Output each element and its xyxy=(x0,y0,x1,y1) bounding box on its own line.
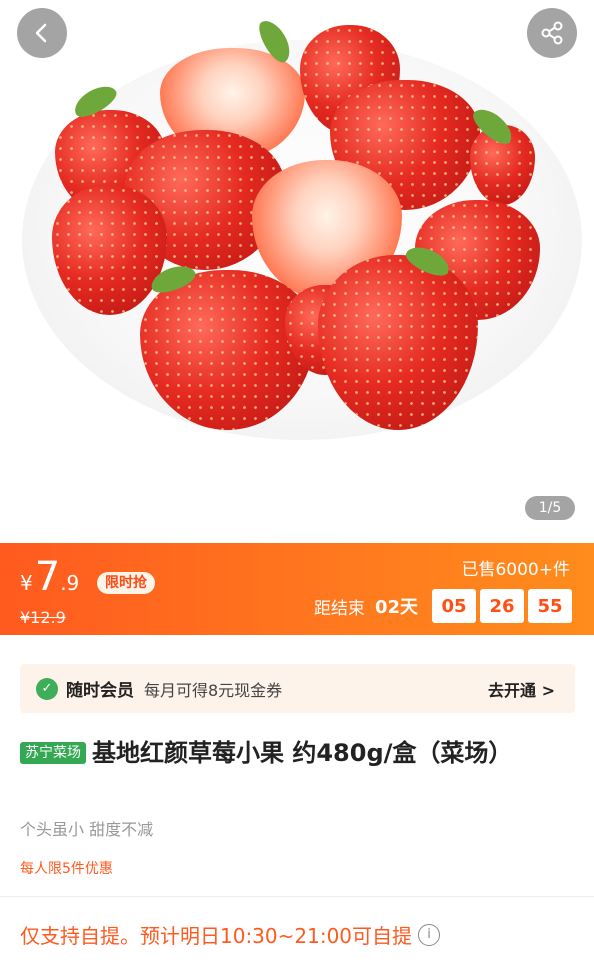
info-icon[interactable]: i xyxy=(418,923,441,946)
purchase-limit: 每人限5件优惠 xyxy=(20,861,113,877)
countdown-days: 02天 xyxy=(374,597,418,618)
share-button[interactable] xyxy=(527,8,577,58)
store-tag: 苏宁菜场 xyxy=(20,742,86,764)
price-banner: ¥ 7 .9 限时抢 ¥12.9 已售6000+件 距结束 02天 05 26 … xyxy=(0,543,594,635)
original-price: ¥12.9 xyxy=(20,608,66,627)
image-counter: 1/5 xyxy=(525,496,575,520)
divider xyxy=(0,896,594,897)
product-title: 基地红颜草莓小果 约480g/盒（菜场） xyxy=(92,739,513,767)
pickup-text: 仅支持自提。预计明日10:30~21:00可自提 xyxy=(20,924,413,948)
currency-symbol: ¥ xyxy=(20,571,33,595)
product-title-block: 苏宁菜场 基地红颜草莓小果 约480g/盒（菜场） xyxy=(20,735,575,771)
price-integer: 7 xyxy=(34,554,61,600)
pickup-notice: 仅支持自提。预计明日10:30~21:00可自提 i xyxy=(20,920,441,949)
product-image-gallery[interactable]: 1/5 xyxy=(0,0,594,543)
member-title: 随时会员 xyxy=(66,681,134,701)
member-description: 每月可得8元现金券 xyxy=(144,680,283,700)
countdown-label: 距结束 xyxy=(313,598,365,619)
current-price: ¥ 7 .9 xyxy=(20,557,79,597)
price-decimal: .9 xyxy=(60,571,80,595)
member-open-button[interactable]: 去开通 > xyxy=(488,677,555,701)
flash-sale-badge: 限时抢 xyxy=(97,572,155,594)
back-button[interactable] xyxy=(17,8,67,58)
countdown: 距结束 02天 05 26 55 xyxy=(314,589,572,623)
countdown-hours: 05 xyxy=(432,589,476,623)
member-badge-icon: ✓ xyxy=(36,677,58,700)
share-icon xyxy=(541,21,563,45)
chevron-left-icon xyxy=(35,23,47,43)
countdown-minutes: 26 xyxy=(480,589,524,623)
countdown-seconds: 55 xyxy=(528,589,572,623)
membership-banner[interactable]: ✓ 随时会员 每月可得8元现金券 去开通 > xyxy=(20,664,575,713)
sold-count: 已售6000+件 xyxy=(461,560,570,580)
product-subtitle: 个头虽小 甜度不减 xyxy=(20,820,154,839)
